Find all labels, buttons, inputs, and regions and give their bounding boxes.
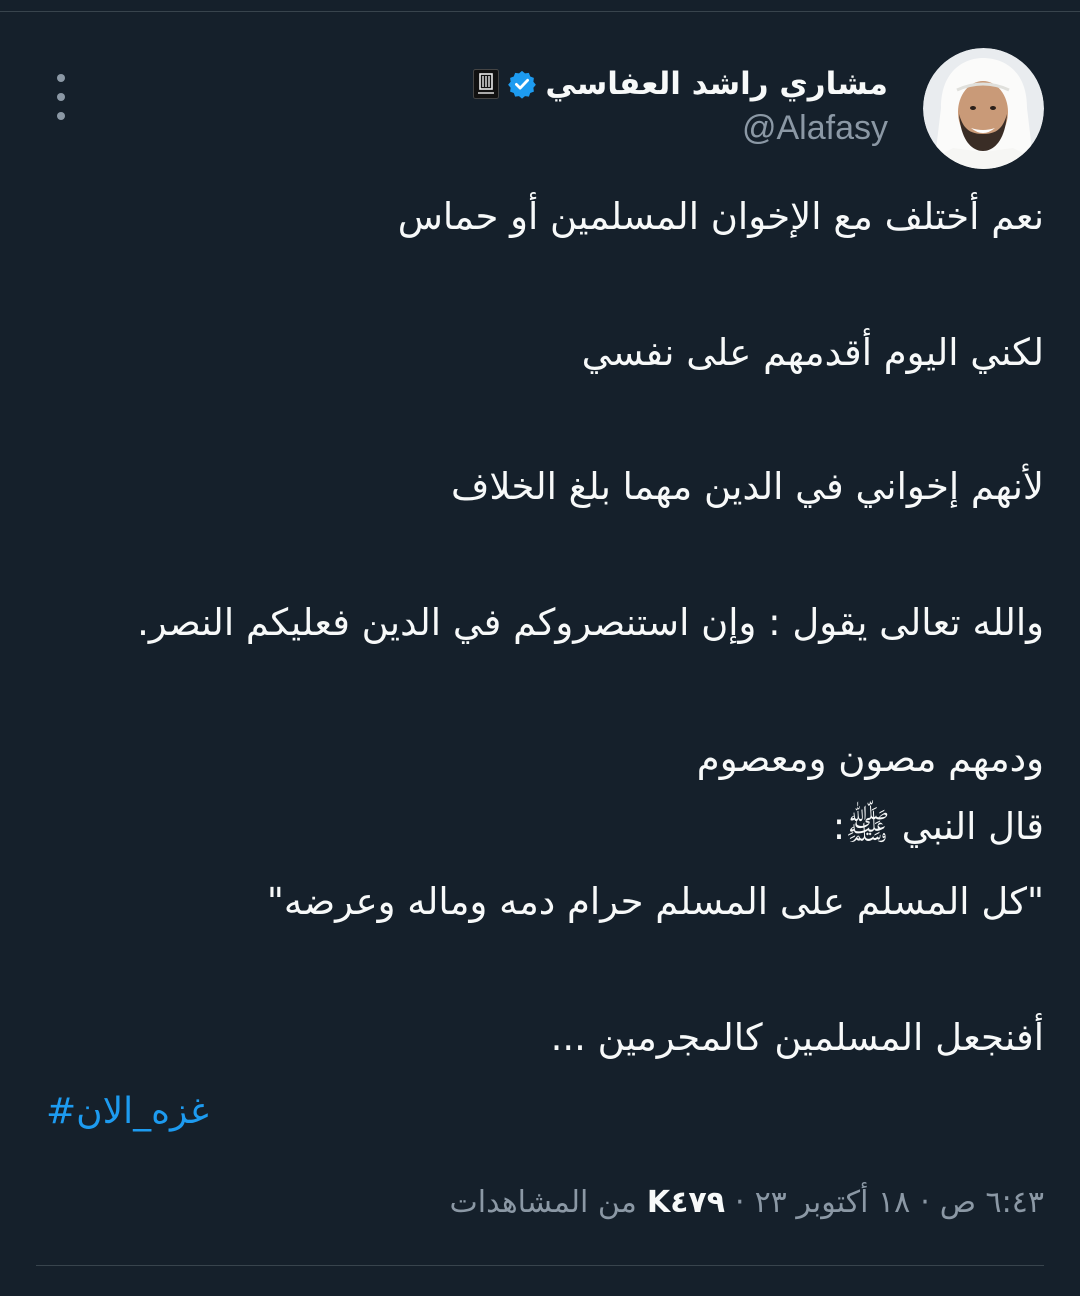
meta-separator: · bbox=[735, 1184, 745, 1220]
more-dot bbox=[57, 74, 65, 82]
more-dot bbox=[57, 93, 65, 101]
tweet-line: أفنجعل المسلمين كالمجرمين ... bbox=[550, 1016, 1044, 1059]
tweet-time[interactable]: ٦:٤٣ ص bbox=[940, 1185, 1044, 1220]
tweet-line: "كل المسلم على المسلم حرام دمه وماله وعر… bbox=[266, 880, 1044, 923]
author-handle[interactable]: @Alafasy bbox=[742, 109, 888, 148]
tweet-meta: ٦:٤٣ ص · ١٨ أكتوبر ٢٣ · K٤٧٩ من المشاهدا… bbox=[450, 1176, 1044, 1228]
affiliation-logo-icon[interactable] bbox=[473, 69, 500, 99]
top-divider bbox=[0, 11, 1080, 12]
tweet-line: نعم أختلف مع الإخوان المسلمين أو حماس bbox=[397, 195, 1044, 238]
author-header[interactable]: مشاري راشد العفاسي bbox=[473, 62, 888, 106]
hashtag-link[interactable]: #غزه_الان bbox=[46, 1087, 209, 1137]
tweet-date[interactable]: ١٨ أكتوبر ٢٣ bbox=[755, 1185, 911, 1220]
avatar[interactable] bbox=[923, 48, 1044, 169]
views-label: من المشاهدات bbox=[449, 1184, 637, 1220]
tweet-line: لكني اليوم أقدمهم على نفسي bbox=[581, 331, 1044, 374]
more-dot bbox=[57, 112, 65, 120]
tweet-line: لأنهم إخواني في الدين مهما بلغ الخلاف bbox=[451, 465, 1044, 508]
bottom-divider bbox=[36, 1265, 1044, 1266]
author-name[interactable]: مشاري راشد العفاسي bbox=[545, 66, 888, 102]
tweet-line: قال النبي ﷺ: bbox=[832, 805, 1044, 848]
tweet-line: ودمهم مصون ومعصوم bbox=[696, 737, 1044, 780]
tweet-line: والله تعالى يقول : وإن استنصروكم في الدي… bbox=[137, 601, 1044, 644]
verified-badge-icon bbox=[507, 69, 537, 99]
views-count[interactable]: K٤٧٩ bbox=[647, 1185, 725, 1220]
meta-separator: · bbox=[920, 1184, 930, 1220]
more-options-icon[interactable] bbox=[44, 74, 78, 120]
avatar-image bbox=[923, 48, 1044, 169]
